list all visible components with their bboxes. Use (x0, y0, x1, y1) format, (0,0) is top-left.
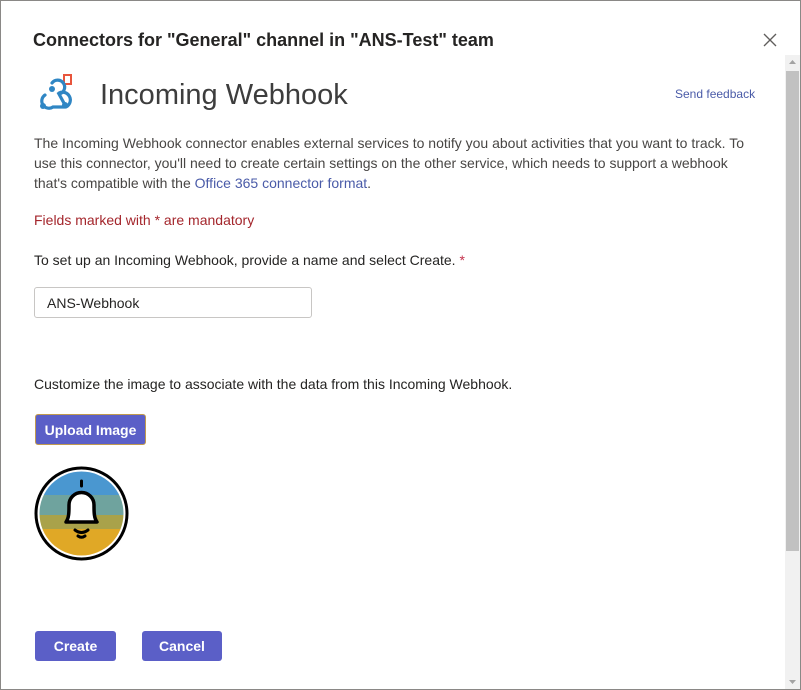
setup-label: To set up an Incoming Webhook, provide a… (34, 252, 465, 268)
webhook-name-input[interactable] (34, 287, 312, 318)
create-button[interactable]: Create (35, 631, 116, 661)
mandatory-note: Fields marked with * are mandatory (34, 212, 255, 228)
customize-image-label: Customize the image to associate with th… (34, 376, 513, 392)
scrollbar-thumb[interactable] (786, 71, 799, 551)
connector-dialog: Connectors for "General" channel in "ANS… (0, 0, 801, 690)
cancel-button[interactable]: Cancel (142, 631, 222, 661)
setup-label-text: To set up an Incoming Webhook, provide a… (34, 252, 456, 268)
description-text: The Incoming Webhook connector enables e… (34, 135, 744, 191)
connector-name: Incoming Webhook (100, 79, 348, 111)
connector-format-link[interactable]: Office 365 connector format (195, 175, 368, 191)
connector-description: The Incoming Webhook connector enables e… (34, 133, 764, 193)
vertical-scrollbar[interactable] (785, 55, 800, 689)
scroll-up-arrow-icon[interactable] (785, 55, 800, 69)
close-button[interactable] (761, 31, 779, 49)
dialog-title: Connectors for "General" channel in "ANS… (33, 30, 494, 50)
required-marker: * (459, 252, 465, 268)
webhook-icon (31, 73, 77, 119)
upload-image-button[interactable]: Upload Image (35, 414, 146, 445)
bell-icon (33, 465, 130, 562)
close-icon (763, 33, 777, 47)
send-feedback-link[interactable]: Send feedback (675, 87, 755, 101)
description-end: . (367, 175, 372, 191)
scroll-down-arrow-icon[interactable] (785, 675, 800, 689)
